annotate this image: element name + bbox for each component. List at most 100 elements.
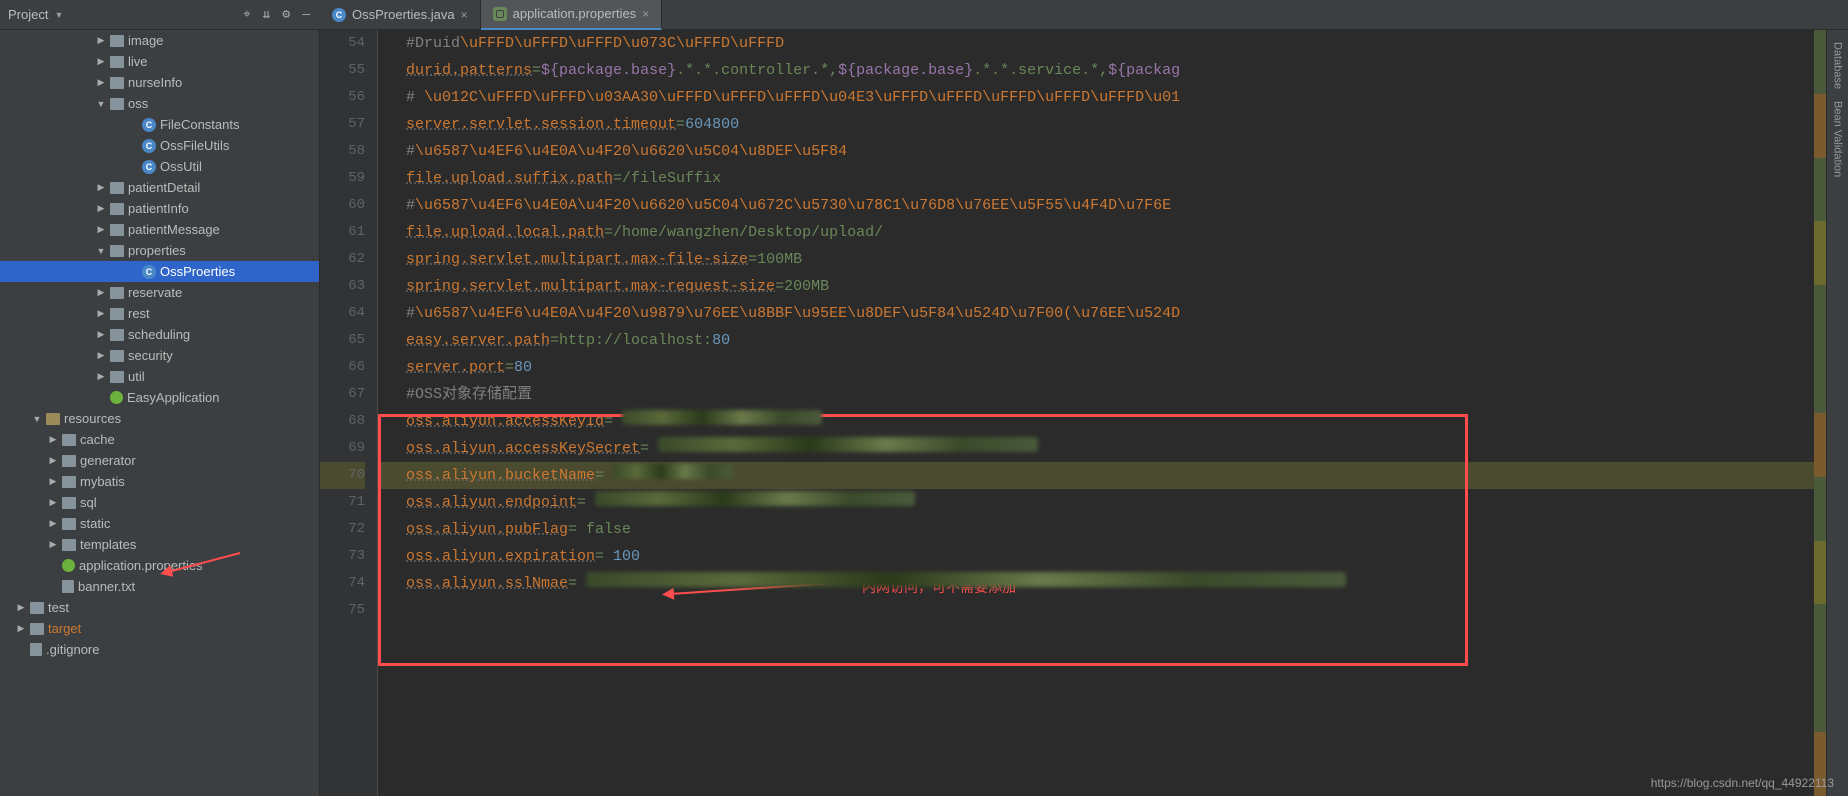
expand-icon[interactable]: ▼ <box>96 99 106 109</box>
expand-icon[interactable]: ▶ <box>48 539 58 550</box>
tree-item-mybatis[interactable]: ▶ mybatis <box>0 471 319 492</box>
tree-item-cache[interactable]: ▶ cache <box>0 429 319 450</box>
tree-label: cache <box>80 432 115 447</box>
expand-icon[interactable]: ▶ <box>96 35 106 46</box>
tree-item-patientdetail[interactable]: ▶patientDetail <box>0 177 319 198</box>
expand-icon[interactable]: ▶ <box>96 203 106 214</box>
tree-item-reservate[interactable]: ▶reservate <box>0 282 319 303</box>
spring-icon <box>62 559 75 572</box>
tree-item-nurseinfo[interactable]: ▶nurseInfo <box>0 72 319 93</box>
code-line-70[interactable]: oss.aliyun.bucketName= <box>378 462 1814 489</box>
tab-app[interactable]: application.properties× <box>481 0 663 30</box>
code-line-61[interactable]: file.upload.local.path=/home/wangzhen/De… <box>378 219 1814 246</box>
gear-icon[interactable]: ⚙ <box>282 7 290 22</box>
tree-item--gitignore[interactable]: .gitignore <box>0 639 319 660</box>
tree-label: scheduling <box>128 327 190 342</box>
tree-item-sql[interactable]: ▶sql <box>0 492 319 513</box>
expand-icon[interactable]: ▶ <box>96 224 106 235</box>
tree-item-resources[interactable]: ▼resources <box>0 408 319 429</box>
code-line-66[interactable]: server.port=80 <box>378 354 1814 381</box>
project-label[interactable]: Project ▼ <box>0 7 71 22</box>
tree-item-live[interactable]: ▶live <box>0 51 319 72</box>
target-icon[interactable]: ⌖ <box>243 7 250 22</box>
code-line-65[interactable]: easy.server.path=http://localhost:80 <box>378 327 1814 354</box>
code-line-72[interactable]: oss.aliyun.pubFlag= false <box>378 516 1814 543</box>
expand-icon[interactable]: ▶ <box>48 497 58 508</box>
tree-item-image[interactable]: ▶image <box>0 30 319 51</box>
code-line-60[interactable]: #\u6587\u4EF6\u4E0A\u4F20\u6620\u5C04\u6… <box>378 192 1814 219</box>
code-line-73[interactable]: oss.aliyun.expiration= 100 <box>378 543 1814 570</box>
tree-item-security[interactable]: ▶security <box>0 345 319 366</box>
tree-item-ossproerties[interactable]: COssProerties <box>0 261 319 282</box>
code-line-75[interactable] <box>378 597 1814 624</box>
expand-icon[interactable]: ▶ <box>48 455 58 466</box>
expand-icon[interactable]: ▶ <box>48 518 58 529</box>
rail-tab[interactable]: Bean Validation <box>1832 101 1844 177</box>
tree-item-properties[interactable]: ▼properties <box>0 240 319 261</box>
expand-icon[interactable]: ▼ <box>96 246 106 256</box>
close-icon[interactable]: × <box>461 8 468 22</box>
project-tree[interactable]: ▶image▶live▶nurseInfo▼ossCFileConstantsC… <box>0 30 320 796</box>
tree-item-ossutil[interactable]: COssUtil <box>0 156 319 177</box>
tree-item-target[interactable]: ▶target <box>0 618 319 639</box>
code-line-67[interactable]: #OSS对象存储配置 <box>378 381 1814 408</box>
spring-icon <box>110 391 123 404</box>
code-line-74[interactable]: oss.aliyun.sslNmae= <box>378 570 1814 597</box>
tree-item-rest[interactable]: ▶rest <box>0 303 319 324</box>
tree-item-scheduling[interactable]: ▶ scheduling <box>0 324 319 345</box>
expand-icon[interactable]: ▶ <box>96 287 106 298</box>
expand-icon[interactable]: ▶ <box>96 371 106 382</box>
expand-icon[interactable]: ▶ <box>16 602 26 613</box>
collapse-icon[interactable]: ⇊ <box>263 7 271 22</box>
expand-icon[interactable]: ▶ <box>96 350 106 361</box>
tree-item-fileconstants[interactable]: CFileConstants <box>0 114 319 135</box>
tree-item-generator[interactable]: ▶generator <box>0 450 319 471</box>
right-rail[interactable]: Database Bean Validation <box>1826 30 1848 796</box>
folder-icon <box>110 245 124 257</box>
tree-label: application.properties <box>79 558 203 573</box>
gutter: 5455565758596061626364656667686970717273… <box>320 30 378 796</box>
tree-item-templates[interactable]: ▶templates <box>0 534 319 555</box>
tree-item-test[interactable]: ▶test <box>0 597 319 618</box>
tree-item-oss[interactable]: ▼oss <box>0 93 319 114</box>
code-line-68[interactable]: oss.aliyun.accessKeyId= <box>378 408 1814 435</box>
code-line-54[interactable]: #Druid\uFFFD\uFFFD\uFFFD\u073C\uFFFD\uFF… <box>378 30 1814 57</box>
code-line-57[interactable]: server.servlet.session.timeout=604800 <box>378 111 1814 138</box>
c-icon: C <box>142 160 156 174</box>
expand-icon[interactable]: ▶ <box>48 434 58 445</box>
code-line-64[interactable]: #\u6587\u4EF6\u4E0A\u4F20\u9879\u76EE\u8… <box>378 300 1814 327</box>
editor[interactable]: 5455565758596061626364656667686970717273… <box>320 30 1848 796</box>
expand-icon[interactable]: ▶ <box>96 77 106 88</box>
code-line-56[interactable]: # \u012C\uFFFD\uFFFD\u03AA30\uFFFD\uFFFD… <box>378 84 1814 111</box>
expand-icon[interactable]: ▶ <box>96 182 106 193</box>
tree-item-util[interactable]: ▶util <box>0 366 319 387</box>
close-icon[interactable]: × <box>642 7 649 21</box>
tree-item-patientmessage[interactable]: ▶patientMessage <box>0 219 319 240</box>
code-line-62[interactable]: spring.servlet.multipart.max-file-size=1… <box>378 246 1814 273</box>
tree-item-ossfileutils[interactable]: COssFileUtils <box>0 135 319 156</box>
redacted-blob <box>658 437 1038 452</box>
code-area[interactable]: 内网访问，可不需要添加 #Druid\uFFFD\uFFFD\uFFFD\u07… <box>378 30 1814 796</box>
tab-oss[interactable]: COssProerties.java× <box>320 0 481 30</box>
expand-icon[interactable]: ▼ <box>32 414 42 424</box>
expand-icon[interactable]: ▶ <box>96 329 106 340</box>
tree-item-easyapplication[interactable]: EasyApplication <box>0 387 319 408</box>
code-line-55[interactable]: durid.patterns=${package.base}.*.*.contr… <box>378 57 1814 84</box>
code-line-69[interactable]: oss.aliyun.accessKeySecret= <box>378 435 1814 462</box>
code-line-59[interactable]: file.upload.suffix.path=/fileSuffix <box>378 165 1814 192</box>
minimap[interactable] <box>1814 30 1826 796</box>
code-line-58[interactable]: #\u6587\u4EF6\u4E0A\u4F20\u6620\u5C04\u8… <box>378 138 1814 165</box>
rail-tab[interactable]: Database <box>1832 42 1844 89</box>
expand-icon[interactable]: ▶ <box>16 623 26 634</box>
expand-icon[interactable]: ▶ <box>48 476 58 487</box>
expand-icon[interactable]: ▶ <box>96 56 106 67</box>
code-line-63[interactable]: spring.servlet.multipart.max-request-siz… <box>378 273 1814 300</box>
tree-item-application-properties[interactable]: application.properties <box>0 555 319 576</box>
minimize-icon[interactable]: — <box>302 7 310 22</box>
expand-icon[interactable]: ▶ <box>96 308 106 319</box>
tree-item-banner-txt[interactable]: banner.txt <box>0 576 319 597</box>
code-line-71[interactable]: oss.aliyun.endpoint= <box>378 489 1814 516</box>
tree-item-static[interactable]: ▶static <box>0 513 319 534</box>
tree-label: mybatis <box>80 474 125 489</box>
tree-item-patientinfo[interactable]: ▶patientInfo <box>0 198 319 219</box>
